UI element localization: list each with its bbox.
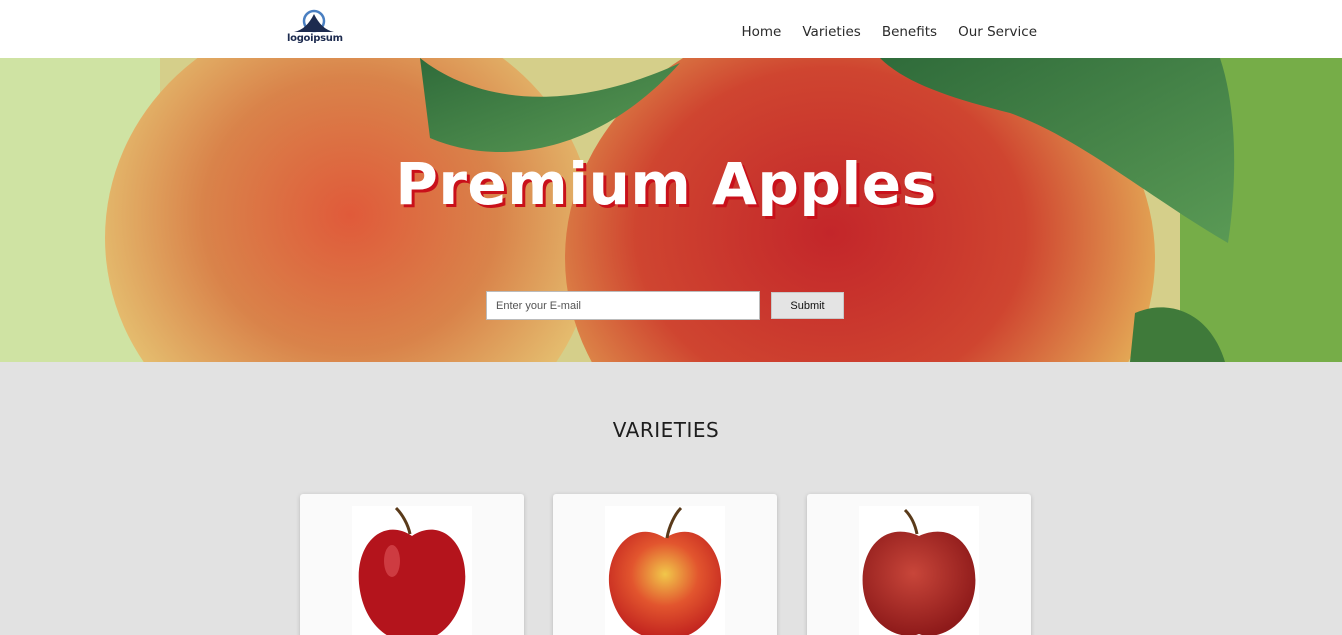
braeburn-apple-icon	[862, 508, 976, 635]
hero-banner: Premium Apples Submit	[0, 58, 1342, 362]
nav-our-service[interactable]: Our Service	[958, 24, 1037, 40]
email-input[interactable]	[486, 291, 760, 320]
variety-card[interactable]	[553, 494, 777, 635]
variety-card[interactable]	[300, 494, 524, 635]
red-delicious-apple-icon	[358, 506, 466, 635]
gala-apple-icon	[608, 506, 722, 635]
site-header: logoipsum Home Varieties Benefits Our Se…	[0, 0, 1342, 58]
nav-home[interactable]: Home	[741, 24, 781, 40]
logo-mark-icon	[294, 9, 334, 33]
variety-card[interactable]	[807, 494, 1031, 635]
logo[interactable]: logoipsum	[287, 8, 343, 48]
variety-image	[605, 506, 725, 635]
nav-varieties[interactable]: Varieties	[802, 24, 860, 40]
hero-title: Premium Apples	[395, 150, 937, 218]
variety-image	[859, 506, 979, 635]
varieties-heading: VARIETIES	[612, 418, 720, 442]
variety-image	[352, 506, 472, 635]
main-nav: Home Varieties Benefits Our Service	[741, 24, 1037, 40]
logo-text: logoipsum	[287, 33, 343, 44]
submit-button[interactable]: Submit	[771, 292, 844, 319]
nav-benefits[interactable]: Benefits	[882, 24, 937, 40]
